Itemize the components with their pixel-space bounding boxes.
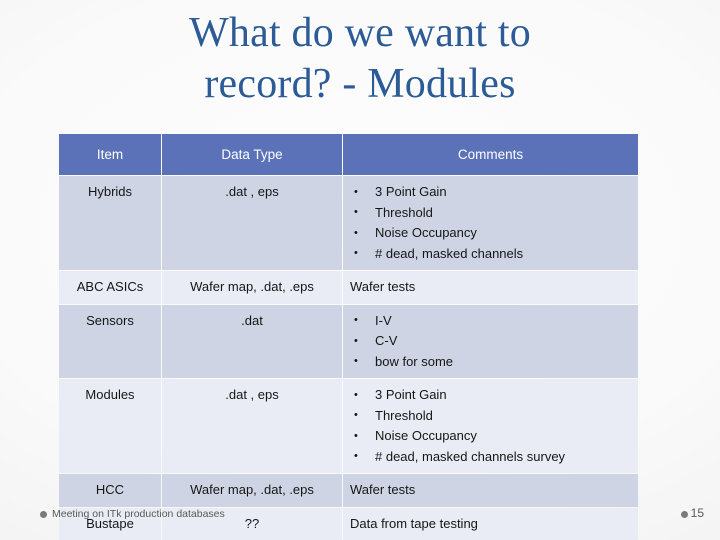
cell-comments: 3 Point GainThresholdNoise Occupancy# de…: [343, 176, 638, 270]
bullet-dot-icon: [680, 511, 688, 518]
cell-item: Hybrids: [59, 176, 161, 270]
comments-bullet-item: bow for some: [350, 351, 633, 373]
table-header-row: Item Data Type Comments: [59, 134, 638, 175]
cell-item: HCC: [59, 474, 161, 507]
comments-bullet-list: 3 Point GainThresholdNoise Occupancy# de…: [350, 182, 633, 264]
table-body: Hybrids.dat , eps3 Point GainThresholdNo…: [59, 176, 638, 540]
comments-text: Wafer tests: [350, 482, 416, 497]
cell-comments: Data from tape testing: [343, 507, 638, 540]
cell-comments: Wafer tests: [343, 474, 638, 507]
comments-bullet-item: 3 Point Gain: [350, 182, 633, 203]
column-header-comments: Comments: [343, 134, 638, 175]
cell-data-type: Wafer map, .dat, .eps: [162, 271, 342, 304]
column-header-item: Item: [59, 134, 161, 175]
table-row: Hybrids.dat , eps3 Point GainThresholdNo…: [59, 176, 638, 270]
comments-bullet-item: C-V: [350, 331, 633, 352]
comments-text: Wafer tests: [350, 279, 416, 294]
comments-bullet-item: Noise Occupancy: [350, 426, 633, 447]
slide-canvas: What do we want to record? - Modules Ite…: [0, 0, 720, 540]
comments-bullet-item: Noise Occupancy: [350, 223, 633, 244]
comments-bullet-item: Threshold: [350, 202, 633, 224]
bullet-dot-icon: [40, 511, 47, 518]
table-row: HCC Wafer map, .dat, .eps Wafer tests: [59, 474, 638, 507]
footer-note: Meeting on ITk production databases: [40, 508, 225, 520]
comments-bullet-item: I-V: [350, 310, 633, 332]
comments-bullet-item: Threshold: [350, 405, 633, 427]
cell-item: Modules: [59, 379, 161, 473]
cell-data-type: .dat: [162, 304, 342, 378]
column-header-data-type: Data Type: [162, 134, 342, 175]
cell-comments: Wafer tests: [343, 271, 638, 304]
page-title-line-1: What do we want to: [189, 10, 531, 56]
page-title-line-2: record? - Modules: [204, 61, 516, 107]
table-row: Modules.dat , eps3 Point GainThresholdNo…: [59, 379, 638, 473]
comments-bullet-list: 3 Point GainThresholdNoise Occupancy# de…: [350, 385, 633, 467]
slide-number: 15: [680, 506, 704, 520]
cell-data-type: .dat , eps: [162, 379, 342, 473]
table-row: ABC ASICs Wafer map, .dat, .eps Wafer test…: [59, 271, 638, 304]
cell-comments: 3 Point GainThresholdNoise Occupancy# de…: [343, 379, 638, 473]
comments-text: Data from tape testing: [350, 515, 478, 531]
cell-item: ABC ASICs: [59, 271, 161, 304]
comments-bullet-item: # dead, masked channels survey: [350, 446, 633, 468]
footer-note-text: Meeting on ITk production databases: [52, 508, 225, 520]
cell-data-type: .dat , eps: [162, 176, 342, 270]
comments-bullet-item: # dead, masked channels: [350, 243, 633, 265]
comments-bullet-item: 3 Point Gain: [350, 385, 633, 406]
page-title: What do we want to record? - Modules: [50, 8, 670, 110]
cell-data-type: Wafer map, .dat, .eps: [162, 474, 342, 507]
cell-item: Sensors: [59, 304, 161, 378]
slide-number-value: 15: [690, 506, 704, 520]
table-row: Sensors.datI-VC-Vbow for some: [59, 304, 638, 378]
modules-data-table: Item Data Type Comments Hybrids .dat , ep…: [58, 133, 639, 540]
cell-comments: I-VC-Vbow for some: [343, 304, 638, 378]
comments-bullet-list: I-VC-Vbow for some: [350, 310, 633, 373]
